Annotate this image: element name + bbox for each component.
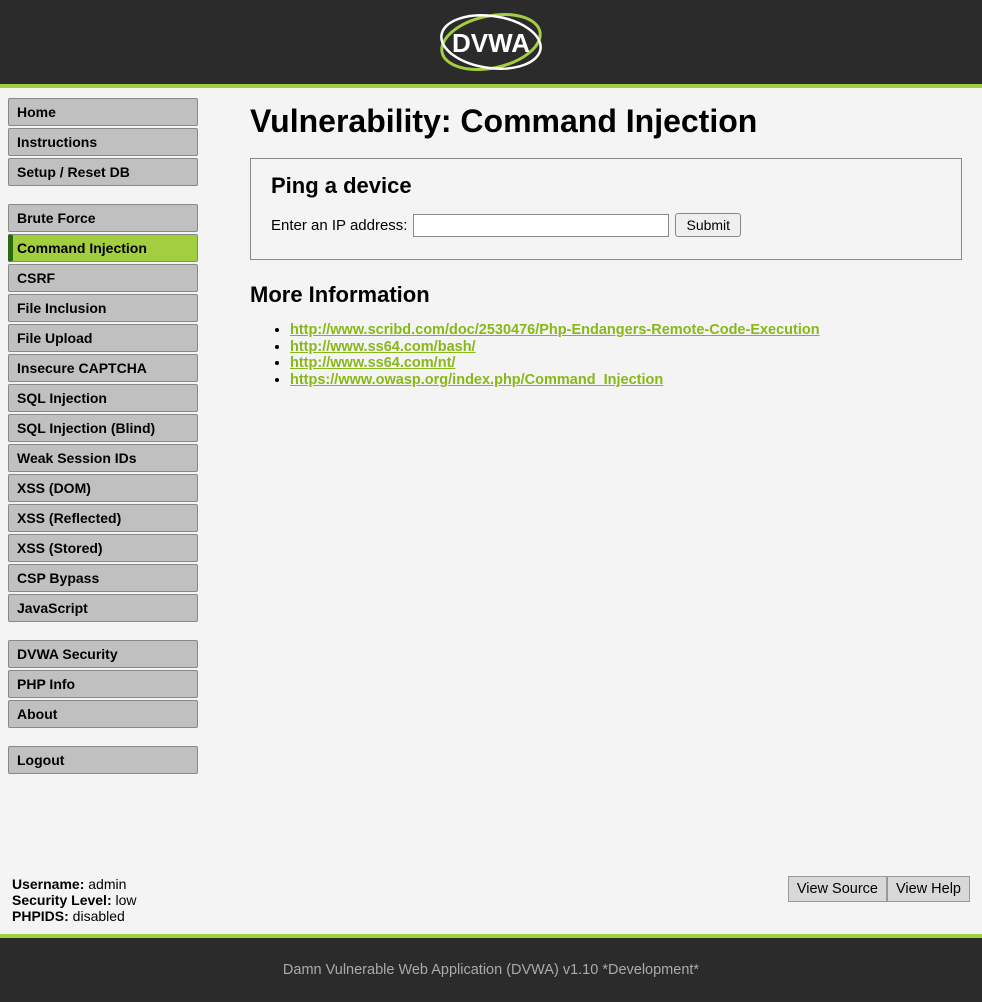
sidebar-item-logout[interactable]: Logout <box>8 746 198 774</box>
view-help-button[interactable]: View Help <box>887 876 970 902</box>
menu-group-vulns: Brute Force Command Injection CSRF File … <box>8 204 207 622</box>
ip-label: Enter an IP address: <box>271 217 407 234</box>
security-level-label: Security Level: <box>12 892 112 908</box>
footer-text: Damn Vulnerable Web Application (DVWA) v… <box>283 962 699 978</box>
more-info-heading: More Information <box>250 282 962 308</box>
sidebar-item-csp-bypass[interactable]: CSP Bypass <box>8 564 198 592</box>
footer: Damn Vulnerable Web Application (DVWA) v… <box>0 934 982 1002</box>
form-row: Enter an IP address: Submit <box>271 213 941 237</box>
dvwa-logo-icon: DVWA <box>434 10 549 75</box>
sidebar-item-sql-injection[interactable]: SQL Injection <box>8 384 198 412</box>
sidebar-item-brute-force[interactable]: Brute Force <box>8 204 198 232</box>
username-label: Username: <box>12 876 84 892</box>
view-source-button[interactable]: View Source <box>788 876 887 902</box>
form-heading: Ping a device <box>271 173 941 199</box>
menu-group-main: Home Instructions Setup / Reset DB <box>8 98 207 186</box>
phpids-value: disabled <box>69 908 125 924</box>
sidebar-item-dvwa-security[interactable]: DVWA Security <box>8 640 198 668</box>
sidebar-item-csrf[interactable]: CSRF <box>8 264 198 292</box>
sidebar: Home Instructions Setup / Reset DB Brute… <box>0 88 215 868</box>
ping-form-box: Ping a device Enter an IP address: Submi… <box>250 158 962 260</box>
logo: DVWA <box>434 10 549 75</box>
submit-button[interactable]: Submit <box>675 213 741 237</box>
sidebar-item-setup[interactable]: Setup / Reset DB <box>8 158 198 186</box>
sidebar-item-file-upload[interactable]: File Upload <box>8 324 198 352</box>
menu-group-config: DVWA Security PHP Info About <box>8 640 207 728</box>
sidebar-item-weak-session-ids[interactable]: Weak Session IDs <box>8 444 198 472</box>
more-info-section: More Information http://www.scribd.com/d… <box>250 282 962 389</box>
sidebar-item-sql-injection-blind[interactable]: SQL Injection (Blind) <box>8 414 198 442</box>
header: DVWA <box>0 0 982 88</box>
menu-group-logout: Logout <box>8 746 207 774</box>
content-area: Home Instructions Setup / Reset DB Brute… <box>0 88 982 868</box>
sidebar-item-instructions[interactable]: Instructions <box>8 128 198 156</box>
sidebar-item-xss-dom[interactable]: XSS (DOM) <box>8 474 198 502</box>
sidebar-item-php-info[interactable]: PHP Info <box>8 670 198 698</box>
main-content: Vulnerability: Command Injection Ping a … <box>215 88 982 868</box>
sidebar-item-about[interactable]: About <box>8 700 198 728</box>
sidebar-item-xss-stored[interactable]: XSS (Stored) <box>8 534 198 562</box>
security-level-value: low <box>112 892 137 908</box>
info-link-scribd[interactable]: http://www.scribd.com/doc/2530476/Php-En… <box>290 322 820 338</box>
info-links-list: http://www.scribd.com/doc/2530476/Php-En… <box>290 322 962 389</box>
sidebar-item-insecure-captcha[interactable]: Insecure CAPTCHA <box>8 354 198 382</box>
ip-input[interactable] <box>413 214 669 237</box>
status-info: Username: admin Security Level: low PHPI… <box>12 876 137 924</box>
sidebar-item-xss-reflected[interactable]: XSS (Reflected) <box>8 504 198 532</box>
svg-text:DVWA: DVWA <box>452 28 530 58</box>
username-value: admin <box>84 876 126 892</box>
sidebar-item-command-injection[interactable]: Command Injection <box>8 234 198 262</box>
bottom-bar: Username: admin Security Level: low PHPI… <box>0 868 982 934</box>
info-link-owasp[interactable]: https://www.owasp.org/index.php/Command_… <box>290 372 663 388</box>
view-buttons: View Source View Help <box>788 876 970 902</box>
sidebar-item-home[interactable]: Home <box>8 98 198 126</box>
sidebar-item-file-inclusion[interactable]: File Inclusion <box>8 294 198 322</box>
info-link-ss64-nt[interactable]: http://www.ss64.com/nt/ <box>290 355 455 371</box>
page-title: Vulnerability: Command Injection <box>250 103 962 140</box>
sidebar-item-javascript[interactable]: JavaScript <box>8 594 198 622</box>
info-link-ss64-bash[interactable]: http://www.ss64.com/bash/ <box>290 339 476 355</box>
phpids-label: PHPIDS: <box>12 908 69 924</box>
